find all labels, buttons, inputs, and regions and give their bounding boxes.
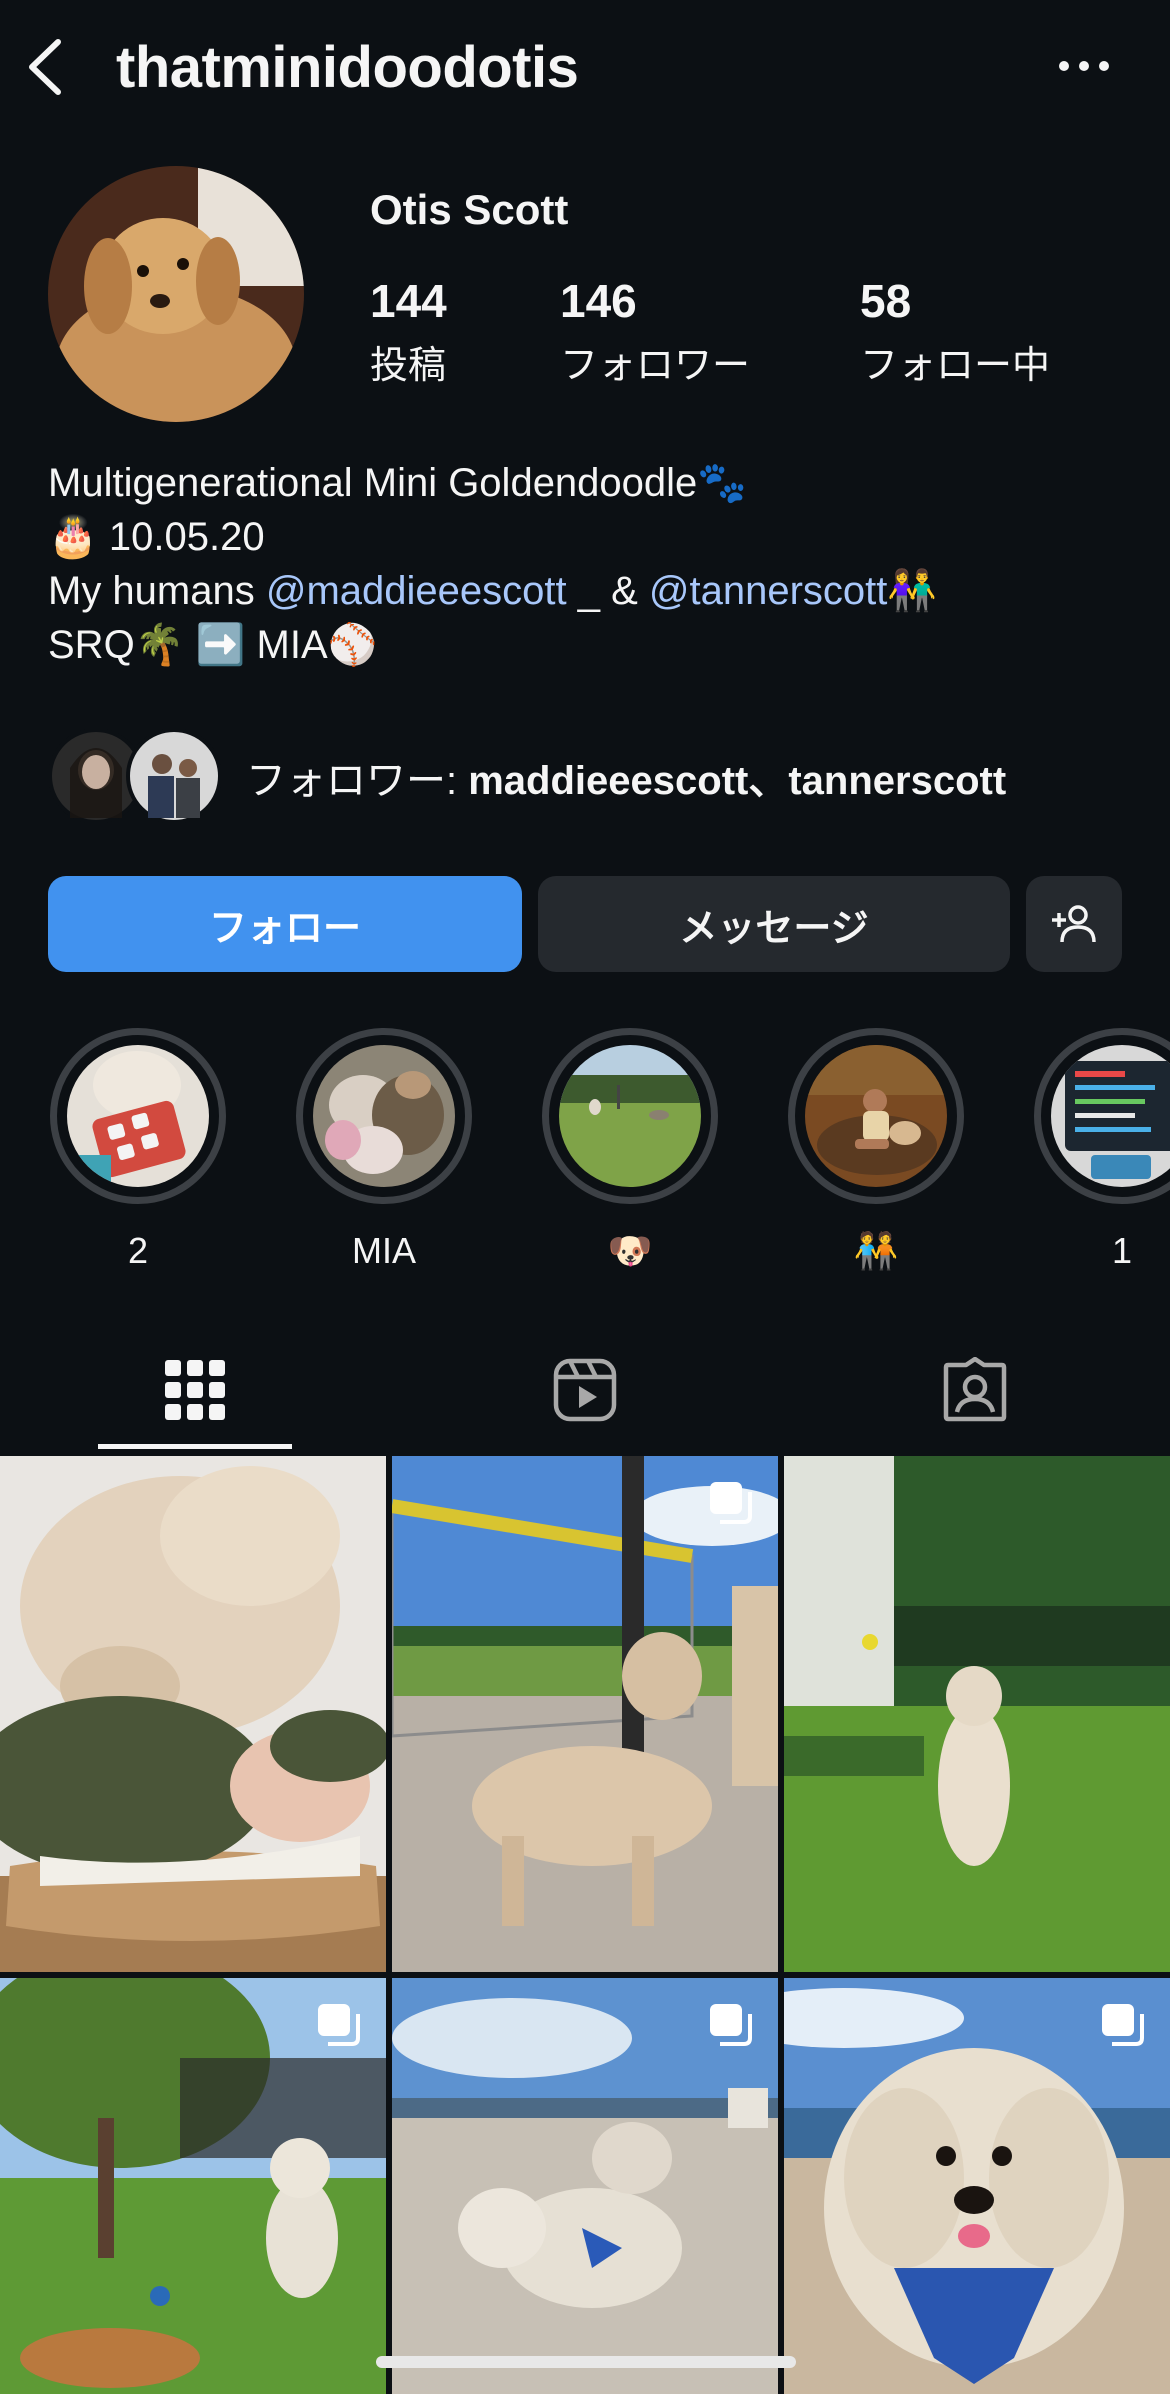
highlight-label: 🧑‍🤝‍🧑	[853, 1230, 899, 1271]
tagged-icon	[943, 1357, 1007, 1422]
follow-button[interactable]: フォロー	[48, 876, 522, 972]
grid-icon	[165, 1360, 225, 1420]
mention-link-tannerscott[interactable]: @tannerscott	[649, 564, 888, 618]
bio-line-4: SRQ🌴 ➡️ MIA⚾️	[48, 623, 378, 667]
post-thumbnail[interactable]	[784, 1978, 1170, 2394]
display-name: Otis Scott	[370, 186, 569, 233]
highlight-label: MIA	[351, 1230, 416, 1271]
following-count[interactable]: 58	[860, 274, 911, 328]
profile-bio: Multigenerational Mini Goldendoodle🐾 🎂 1…	[48, 456, 937, 672]
suggest-users-button[interactable]	[1026, 876, 1122, 972]
profile-username: thatminidoodotis	[116, 35, 579, 100]
post-thumbnail[interactable]	[392, 1978, 778, 2394]
post-thumbnail[interactable]	[0, 1456, 386, 1972]
active-tab-indicator	[98, 1444, 292, 1449]
person-add-icon	[1052, 905, 1096, 943]
more-options-icon[interactable]	[1058, 60, 1110, 72]
posts-count[interactable]: 144	[370, 274, 447, 328]
post-thumbnail[interactable]	[392, 1456, 778, 1972]
carousel-icon	[710, 2004, 752, 2046]
mutual-follower-avatars[interactable]	[48, 728, 222, 824]
carousel-icon	[1102, 2004, 1144, 2046]
highlight-cover	[50, 1028, 226, 1204]
carousel-icon	[710, 1482, 752, 1524]
bio-emoji: 👫	[887, 569, 938, 613]
highlight-label: 🐶	[607, 1230, 653, 1271]
story-highlight[interactable]: 1	[1027, 1028, 1170, 1274]
story-highlight[interactable]: MIA	[289, 1028, 479, 1274]
bio-text: My humans	[48, 569, 266, 613]
bio-line-2: 🎂 10.05.20	[48, 515, 265, 559]
reels-icon	[553, 1358, 617, 1422]
highlight-cover	[296, 1028, 472, 1204]
post-thumbnail[interactable]	[0, 1978, 386, 2394]
post-thumbnail[interactable]	[784, 1456, 1170, 1972]
message-button[interactable]: メッセージ	[538, 876, 1010, 972]
mutual-followers-prefix: フォロワー:	[246, 759, 469, 803]
highlight-label: 1	[1111, 1230, 1133, 1271]
tab-reels[interactable]	[525, 1340, 645, 1440]
home-indicator[interactable]	[376, 2356, 796, 2368]
tab-posts-grid[interactable]	[135, 1340, 255, 1440]
tab-tagged[interactable]	[915, 1340, 1035, 1440]
mention-link-maddieeescott[interactable]: @maddieeescott	[266, 564, 567, 618]
highlight-label: 2	[127, 1230, 149, 1271]
bio-text: _ &	[566, 569, 649, 613]
mutual-followers-text[interactable]: フォロワー: maddieeescott、tannerscott	[246, 748, 1006, 806]
back-chevron-icon[interactable]	[22, 36, 72, 98]
story-highlight[interactable]: 🧑‍🤝‍🧑	[781, 1028, 971, 1274]
story-highlight[interactable]: 🐶	[535, 1028, 725, 1274]
mutual-followers-names: maddieeescott、tannerscott	[468, 759, 1007, 803]
profile-avatar[interactable]	[48, 166, 304, 422]
followers-label[interactable]: フォロワー	[560, 334, 750, 389]
following-label[interactable]: フォロー中	[860, 334, 1050, 389]
highlight-cover	[788, 1028, 964, 1204]
carousel-icon	[318, 2004, 360, 2046]
posts-label[interactable]: 投稿	[370, 334, 446, 389]
followers-count[interactable]: 146	[560, 274, 637, 328]
bio-line-3: My humans @maddieeescott _ & @tannerscot…	[48, 564, 937, 618]
bio-line-1: Multigenerational Mini Goldendoodle🐾	[48, 461, 748, 505]
highlight-cover	[542, 1028, 718, 1204]
story-highlight[interactable]: 2	[43, 1028, 233, 1274]
highlight-cover	[1034, 1028, 1170, 1204]
